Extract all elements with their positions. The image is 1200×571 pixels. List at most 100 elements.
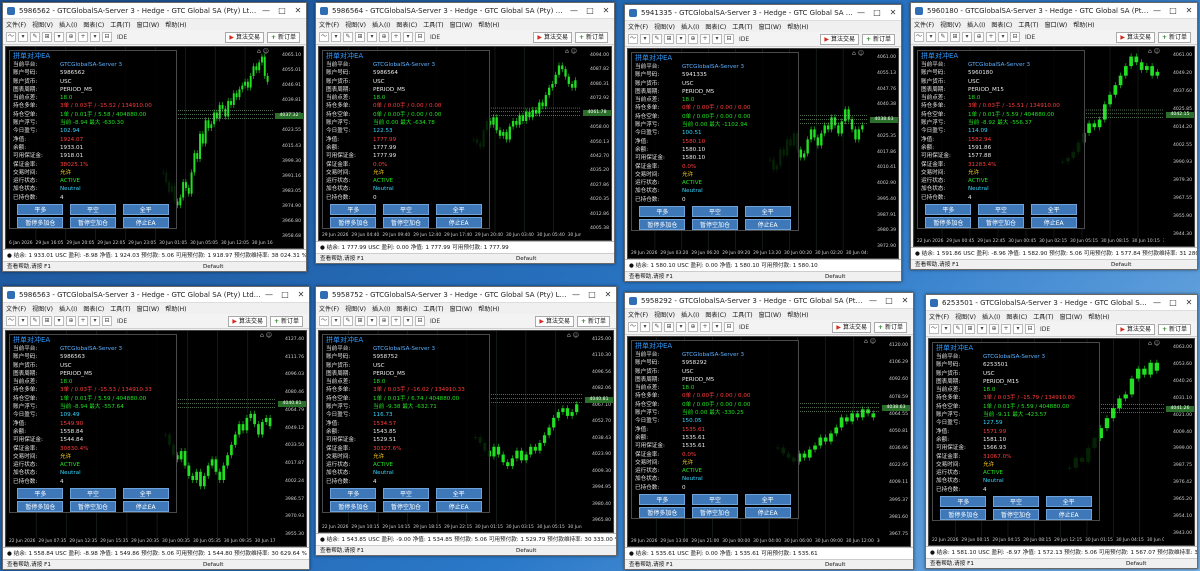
minimize-icon[interactable]: —: [566, 6, 582, 15]
algo-trading-button[interactable]: 算法交易: [228, 315, 267, 327]
menu-item[interactable]: 视图(V): [940, 20, 961, 29]
menu-item[interactable]: 文件(F): [628, 310, 648, 319]
stop-ea-button[interactable]: 停止EA: [744, 219, 791, 231]
flat-all-button[interactable]: 全平: [744, 206, 791, 218]
pause-long-button[interactable]: 暂停多加仓: [330, 217, 377, 229]
terminal-window[interactable]: 5986562 - GTCGlobalSA-Server 3 - Hedge -…: [2, 2, 307, 272]
menu-item[interactable]: 窗口(W): [759, 310, 782, 319]
pause-long-button[interactable]: 暂停多加仓: [639, 219, 686, 231]
stop-ea-button[interactable]: 停止EA: [744, 507, 791, 519]
chart-expert-icon[interactable]: ⌂ ☺: [1148, 340, 1160, 347]
flat-long-button[interactable]: 平多: [17, 488, 64, 500]
flat-long-button[interactable]: 平多: [940, 496, 987, 508]
window-titlebar[interactable]: 5986563 - GTCGlobalSA-Server 3 - Hedge -…: [3, 287, 309, 303]
toolbar-icon[interactable]: ⊟: [102, 32, 112, 42]
menu-item[interactable]: 帮助(H): [787, 22, 808, 31]
window-titlebar[interactable]: 6253501 - GTCGlobalSA-Server 3 - Hedge -…: [926, 295, 1197, 311]
menu-item[interactable]: 帮助(H): [1073, 20, 1094, 29]
price-chart[interactable]: 4094.004087.824080.314072.924065.734058.…: [318, 46, 612, 241]
algo-trading-button[interactable]: 算法交易: [1116, 31, 1155, 43]
algo-trading-button[interactable]: 算法交易: [225, 31, 264, 43]
toolbar-icon[interactable]: ～: [914, 32, 924, 42]
menu-item[interactable]: 帮助(H): [1088, 312, 1109, 321]
toolbar-icon[interactable]: ～: [6, 316, 16, 326]
window-titlebar[interactable]: 5986564 - GTCGlobalSA-Server 3 - Hedge -…: [316, 3, 614, 19]
toolbar-icon[interactable]: +: [700, 322, 710, 332]
pause-short-button[interactable]: 暂停空加仓: [691, 507, 738, 519]
toolbar-icon[interactable]: +: [700, 34, 710, 44]
menu-item[interactable]: 图表(C): [83, 20, 104, 29]
pause-long-button[interactable]: 暂停多加仓: [639, 507, 686, 519]
menu-item[interactable]: 视图(V): [654, 22, 675, 31]
toolbar-icon[interactable]: ▾: [676, 322, 686, 332]
minimize-icon[interactable]: —: [261, 290, 277, 299]
menu-item[interactable]: 文件(F): [914, 20, 934, 29]
flat-all-button[interactable]: 全平: [1045, 496, 1092, 508]
menu-item[interactable]: 窗口(W): [759, 22, 782, 31]
menu-item[interactable]: 插入(I): [372, 20, 390, 29]
toolbar-icon[interactable]: ▾: [941, 324, 951, 334]
chart-expert-icon[interactable]: ⌂ ☺: [260, 332, 272, 339]
menu-item[interactable]: 窗口(W): [450, 304, 473, 313]
menu-item[interactable]: 视图(V): [654, 310, 675, 319]
maximize-icon[interactable]: □: [1165, 6, 1181, 15]
toolbar-icon[interactable]: ▾: [712, 34, 722, 44]
window-titlebar[interactable]: 5960180 - GTCGlobalSA-Server 3 - Hedge -…: [911, 3, 1197, 19]
menu-item[interactable]: 工具(T): [732, 22, 752, 31]
menu-item[interactable]: 工具(T): [732, 310, 752, 319]
toolbar-icon[interactable]: ▾: [1013, 324, 1023, 334]
ide-button[interactable]: IDE: [1040, 326, 1050, 333]
maximize-icon[interactable]: □: [277, 290, 293, 299]
price-chart[interactable]: 4061.004055.134047.764040.384032.904025.…: [627, 48, 899, 259]
toolbar-icon[interactable]: ⊞: [965, 324, 975, 334]
chart-expert-icon[interactable]: ⌂ ☺: [565, 48, 577, 55]
toolbar-icon[interactable]: ⊞: [664, 34, 674, 44]
terminal-window[interactable]: 5958292 - GTCGlobalSA-Server 3 - Hedge -…: [624, 292, 914, 570]
terminal-window[interactable]: 5986564 - GTCGlobalSA-Server 3 - Hedge -…: [315, 2, 615, 264]
flat-all-button[interactable]: 全平: [122, 204, 169, 216]
toolbar-icon[interactable]: ～: [628, 34, 638, 44]
menu-item[interactable]: 窗口(W): [1045, 20, 1068, 29]
menu-item[interactable]: 视图(V): [345, 20, 366, 29]
chart-expert-icon[interactable]: ⌂ ☺: [1148, 48, 1160, 55]
flat-all-button[interactable]: 全平: [435, 204, 482, 216]
toolbar-icon[interactable]: +: [78, 316, 88, 326]
toolbar-icon[interactable]: ～: [628, 322, 638, 332]
toolbar-icon[interactable]: ⊕: [688, 322, 698, 332]
stop-ea-button[interactable]: 停止EA: [122, 217, 169, 229]
menu-item[interactable]: 视图(V): [345, 304, 366, 313]
ide-button[interactable]: IDE: [117, 318, 127, 325]
toolbar-icon[interactable]: ⊟: [102, 316, 112, 326]
minimize-icon[interactable]: —: [865, 296, 881, 305]
window-titlebar[interactable]: 5958752 - GTCGlobalSA-Server 3 - Hedge -…: [316, 287, 616, 303]
toolbar-icon[interactable]: ▾: [962, 32, 972, 42]
menu-item[interactable]: 插入(I): [681, 22, 699, 31]
flat-short-button[interactable]: 平空: [69, 488, 116, 500]
toolbar-icon[interactable]: +: [1001, 324, 1011, 334]
toolbar-icon[interactable]: ⊕: [974, 32, 984, 42]
toolbar-icon[interactable]: ⊞: [42, 32, 52, 42]
toolbar-icon[interactable]: ⊟: [415, 316, 425, 326]
flat-short-button[interactable]: 平空: [69, 204, 116, 216]
stop-ea-button[interactable]: 停止EA: [1045, 509, 1092, 521]
toolbar-icon[interactable]: ⊕: [989, 324, 999, 334]
toolbar-icon[interactable]: ⊞: [42, 316, 52, 326]
toolbar-icon[interactable]: ▾: [403, 316, 413, 326]
new-order-button[interactable]: 新订单: [873, 321, 907, 333]
flat-short-button[interactable]: 平空: [992, 496, 1039, 508]
maximize-icon[interactable]: □: [582, 6, 598, 15]
price-chart[interactable]: 4065.104055.014046.914039.814031.674023.…: [5, 46, 304, 249]
flat-short-button[interactable]: 平空: [382, 488, 429, 500]
pause-short-button[interactable]: 暂停空加仓: [382, 501, 429, 513]
close-icon[interactable]: ✕: [885, 8, 901, 17]
flat-short-button[interactable]: 平空: [691, 494, 738, 506]
menu-item[interactable]: 图表(C): [1006, 312, 1027, 321]
price-chart[interactable]: 4061.00 4049.20 4037.60 4025.85 4014.20 4002.…: [913, 46, 1195, 247]
toolbar-icon[interactable]: ▾: [367, 316, 377, 326]
toolbar-icon[interactable]: ⊕: [688, 34, 698, 44]
toolbar-icon[interactable]: ▾: [977, 324, 987, 334]
stop-ea-button[interactable]: 停止EA: [1030, 217, 1077, 229]
new-order-button[interactable]: 新订单: [269, 315, 303, 327]
menu-item[interactable]: 工具(T): [110, 20, 130, 29]
algo-trading-button[interactable]: 算法交易: [533, 31, 572, 43]
